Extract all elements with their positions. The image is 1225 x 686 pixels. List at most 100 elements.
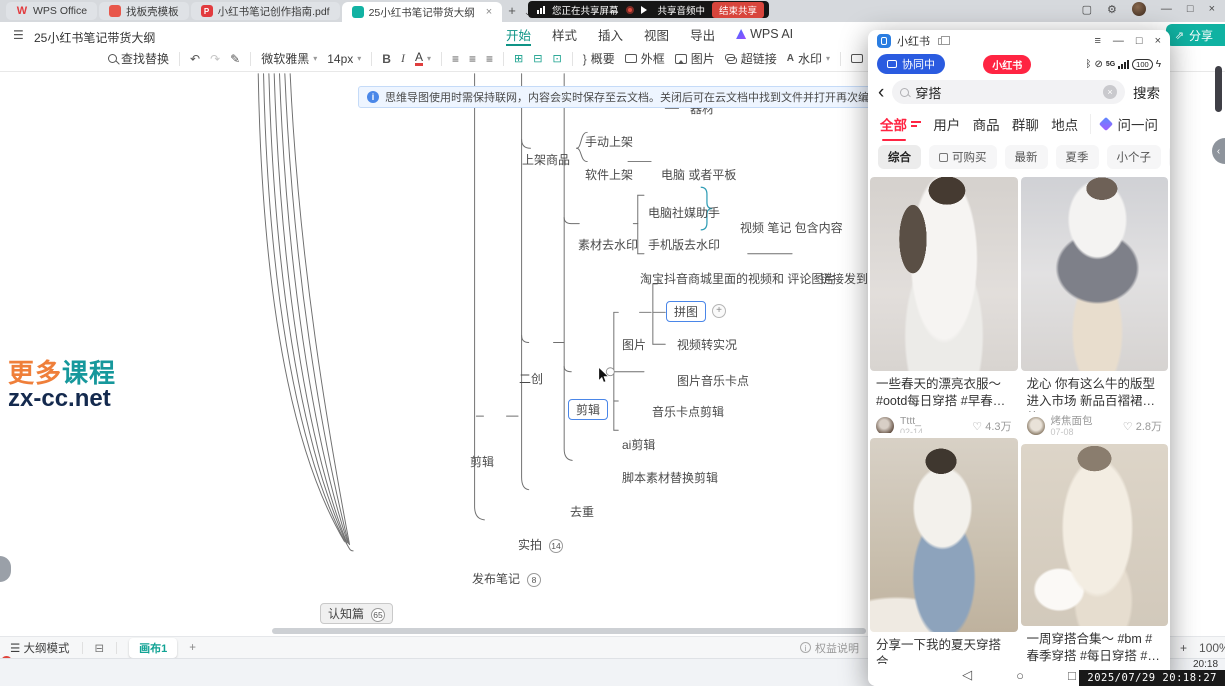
like-count[interactable]: ♡ 4.3万 — [972, 418, 1011, 433]
menu-item[interactable]: 视图 — [644, 22, 669, 46]
mindmap-node[interactable]: 电脑社媒助手 — [648, 204, 720, 221]
new-tab-button[interactable]: + — [508, 3, 516, 18]
menu-item[interactable]: 导出 — [690, 22, 715, 46]
mindmap-node[interactable]: ai剪辑 — [622, 436, 655, 453]
phone-mirror-window[interactable]: 小红书 ≡—□× 协同中 小红书 ᛒ ⊘ 5G 100 ϟ ‹ 穿搭 × 搜索 … — [868, 30, 1170, 686]
align-right-icon[interactable]: ≡ — [486, 52, 493, 66]
mindmap-node[interactable]: 淘宝抖音商城里面的视频和 评论图片 — [640, 270, 835, 287]
note-card[interactable]: 龙心 你有这么牛的版型进入市场 新品百褶裙真的…烤焦面包07-08♡ 2.8万 — [1021, 177, 1169, 439]
mindmap-node[interactable]: 二创 — [519, 370, 543, 387]
zoom-control[interactable]: + 100% — [1180, 641, 1225, 655]
mindmap-node[interactable]: 脚本素材替换剪辑 — [622, 469, 718, 486]
rights-info[interactable]: i权益说明 — [800, 640, 859, 656]
close-button[interactable]: × — [1209, 3, 1215, 15]
insert-child-node-icon[interactable]: ⊟ — [533, 52, 542, 65]
stop-share-button[interactable]: 结束共享 — [712, 2, 764, 18]
mindmap-node[interactable]: 上架商品 — [522, 151, 570, 168]
search-result-tab[interactable]: 群聊 — [1012, 114, 1039, 134]
menu-item[interactable]: 样式 — [552, 22, 577, 46]
format-painter-button[interactable]: ✎ — [230, 52, 240, 66]
filter-chip[interactable]: 韩里韩气 — [1169, 145, 1170, 169]
bold-button[interactable]: B — [382, 52, 391, 66]
nav-home-icon[interactable]: ○ — [1016, 668, 1024, 683]
restore-button[interactable]: □ — [1136, 35, 1143, 47]
browser-tab[interactable]: WWPS Office — [6, 2, 97, 20]
mindmap-node[interactable]: 电脑 或者平板 — [661, 166, 736, 183]
outer-frame-button[interactable]: 外框 — [625, 50, 665, 67]
mindmap-node[interactable]: 实拍14 — [518, 536, 563, 553]
filter-chip[interactable]: 综合 — [878, 145, 921, 169]
align-left-icon[interactable]: ≡ — [452, 52, 459, 66]
mindmap-node[interactable]: 剪辑 — [470, 453, 494, 470]
note-card[interactable]: 一些春天的漂亮衣服～ #ootd每日穿搭 #早春…Tttt_02-14♡ 4.3… — [870, 177, 1018, 433]
minimize-button[interactable]: — — [1113, 35, 1124, 47]
add-canvas-button[interactable]: + — [189, 642, 196, 654]
filter-chip[interactable]: 最新 — [1005, 145, 1048, 169]
back-icon[interactable]: ‹ — [878, 83, 884, 102]
note-card[interactable]: 一周穿搭合集～ #bm #春季穿搭 #每日穿搭 #日… — [1021, 444, 1169, 664]
font-size-dropdown[interactable]: 14px▾ — [327, 52, 361, 66]
redo-button[interactable]: ↷ — [210, 52, 220, 66]
mindmap-node[interactable]: 去重 — [570, 503, 594, 520]
account-avatar[interactable] — [1132, 2, 1146, 16]
mindmap-node[interactable]: 剪辑 — [568, 399, 608, 420]
hamburger-menu-icon[interactable]: ☰ — [13, 28, 24, 42]
menu-item[interactable]: WPS AI — [736, 22, 793, 46]
search-button[interactable]: 搜索 — [1133, 82, 1160, 102]
search-result-tab[interactable]: 商品 — [973, 114, 1000, 134]
mindmap-node[interactable]: 音乐卡点剪辑 — [652, 403, 724, 420]
mindmap-node[interactable]: 图片音乐卡点 — [677, 372, 749, 389]
search-result-tab[interactable]: 地点 — [1051, 114, 1078, 134]
italic-button[interactable]: I — [401, 51, 405, 66]
search-field[interactable]: 穿搭 × — [892, 80, 1125, 104]
horizontal-scrollbar[interactable] — [272, 628, 866, 634]
browser-tab[interactable]: P小红书笔记创作指南.pdf — [191, 2, 340, 20]
like-count[interactable]: ♡ 2.8万 — [1123, 418, 1162, 434]
mindmap-node[interactable]: 手机版去水印 — [648, 236, 720, 253]
find-replace-button[interactable]: 查找替换 — [108, 50, 169, 67]
taskbar-clock[interactable]: 20:18 — [1193, 659, 1218, 670]
mindmap-node[interactable]: 视频 笔记 包含内容 — [740, 219, 843, 236]
mindmap-node[interactable]: 拼图 — [666, 301, 706, 322]
summary-button[interactable]: }概要 — [583, 50, 615, 67]
insert-parent-node-icon[interactable]: ⊡ — [552, 52, 561, 65]
node-drag-handle[interactable] — [606, 368, 614, 376]
search-result-tab[interactable]: 全部 — [880, 114, 921, 134]
filter-chip[interactable]: 可购买 — [929, 145, 997, 169]
insert-sibling-node-icon[interactable]: ⊞ — [514, 52, 523, 65]
close-button[interactable]: × — [1155, 35, 1161, 47]
filter-chip[interactable]: 夏季 — [1056, 145, 1099, 169]
settings-gear-icon[interactable]: ⚙ — [1107, 3, 1117, 16]
mindmap-node[interactable]: 软件上架 — [585, 166, 633, 183]
mindmap-node[interactable]: 视频转实况 — [677, 336, 737, 353]
mindmap-node[interactable]: 素材去水印 — [578, 236, 638, 253]
minimize-button[interactable]: — — [1161, 3, 1172, 15]
mindmap-node[interactable]: 手动上架 — [585, 133, 633, 150]
collab-pill[interactable]: 协同中 — [877, 54, 945, 74]
search-result-tab[interactable]: 用户 — [933, 114, 960, 134]
font-color-button[interactable]: A▾ — [415, 52, 431, 66]
browser-tab[interactable]: 找板壳模板 — [99, 2, 189, 20]
structure-icon[interactable]: ⊟ — [95, 641, 105, 655]
phone-window-titlebar[interactable]: 小红书 ≡—□× — [868, 30, 1170, 52]
font-family-dropdown[interactable]: 微软雅黑▾ — [261, 50, 317, 67]
copy-icon[interactable] — [938, 38, 945, 45]
layout-icon[interactable]: ▢ — [1082, 3, 1092, 16]
restore-button[interactable]: □ — [1187, 3, 1194, 15]
tab-close-icon[interactable]: × — [486, 6, 492, 18]
insert-image-button[interactable]: 图片 — [675, 50, 715, 67]
nav-recents-icon[interactable]: □ — [1068, 668, 1076, 683]
share-button[interactable]: ⇗ 分享 — [1166, 24, 1225, 46]
mindmap-node[interactable]: 图片 — [622, 336, 646, 353]
mindmap-node[interactable]: 认知篇65 — [320, 603, 393, 624]
watermark-dropdown[interactable]: A水印▾ — [787, 50, 830, 67]
note-card[interactable]: 分享一下我的夏天穿搭合 — [870, 438, 1018, 664]
zoom-in-button[interactable]: + — [1180, 641, 1187, 655]
mindmap-node[interactable]: 发布笔记8 — [472, 570, 541, 587]
filter-icon[interactable] — [911, 121, 921, 126]
vertical-scrollbar-thumb[interactable] — [1215, 66, 1222, 112]
search-result-tab[interactable]: 问一问 — [1090, 114, 1158, 134]
clear-search-icon[interactable]: × — [1103, 85, 1117, 99]
nav-back-icon[interactable]: ◁ — [962, 667, 972, 683]
filter-chip[interactable]: 小个子 — [1107, 145, 1162, 169]
